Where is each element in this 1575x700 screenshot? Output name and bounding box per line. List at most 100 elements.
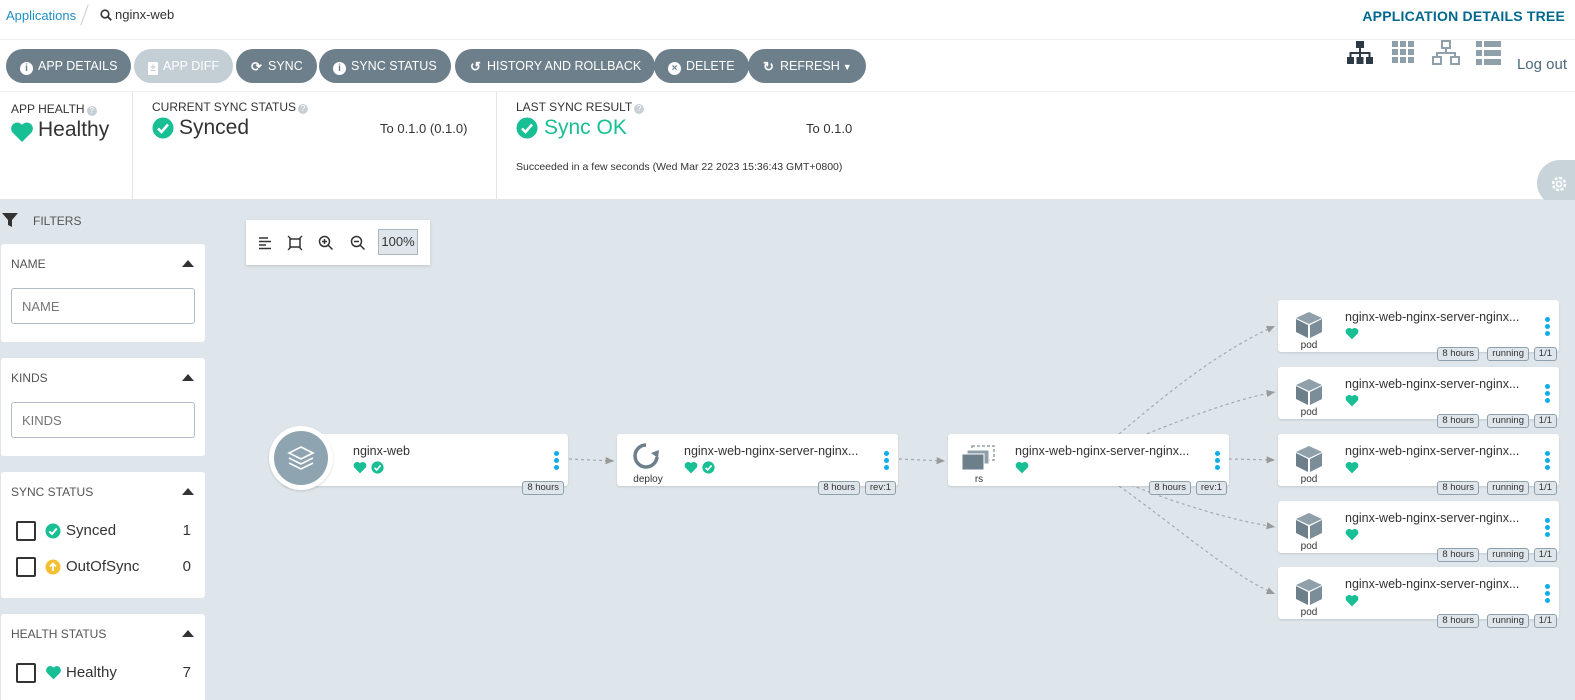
delete-button[interactable]: × DELETE: [654, 49, 749, 83]
edge-rs-pod-3: [1228, 456, 1276, 464]
pod-node-4[interactable]: pod nginx-web-nginx-server-nginx... 8 ho…: [1278, 501, 1559, 562]
edge-rs-pod-5: [1118, 485, 1276, 595]
check-circle-icon: [516, 117, 538, 139]
current-sync-label: CURRENT SYNC STATUS?: [152, 100, 309, 114]
node-menu-icon[interactable]: [554, 451, 559, 472]
heart-icon: [1345, 394, 1359, 407]
state-badge: running: [1487, 614, 1529, 628]
outofsync-checkbox[interactable]: [16, 557, 36, 577]
heart-icon: [46, 666, 61, 680]
sync-button[interactable]: ⟳ SYNC: [236, 49, 317, 83]
divider: [496, 92, 497, 200]
deploy-node[interactable]: deploy nginx-web-nginx-server-nginx... 8…: [617, 434, 898, 495]
resource-tree-graph[interactable]: 100% nginx-web 8 hours deploy nginx-web-…: [231, 200, 1575, 700]
page-title: APPLICATION DETAILS TREE: [1362, 8, 1565, 24]
network-view-icon[interactable]: [1431, 40, 1461, 66]
node-menu-icon[interactable]: [1545, 451, 1550, 472]
app-diff-button[interactable]: ± APP DIFF: [134, 49, 234, 83]
app-health-label: APP HEALTH?: [11, 102, 97, 116]
help-icon[interactable]: ?: [634, 104, 645, 114]
replicaset-node[interactable]: rs nginx-web-nginx-server-nginx... 8 hou…: [948, 434, 1229, 495]
last-sync-revision: To 0.1.0: [806, 121, 853, 136]
last-sync-detail: Succeeded in a few seconds (Wed Mar 22 2…: [516, 161, 843, 173]
heart-icon: [1345, 594, 1359, 607]
heart-icon: [1345, 461, 1359, 474]
node-menu-icon[interactable]: [1545, 518, 1550, 539]
filter-option-healthy[interactable]: Healthy 7: [16, 662, 196, 684]
info-icon: i: [333, 62, 346, 75]
caret-down-icon: ▼: [842, 62, 852, 72]
healthy-checkbox[interactable]: [16, 663, 36, 683]
age-badge: 8 hours: [818, 481, 860, 495]
collapse-caret-icon[interactable]: [182, 488, 194, 495]
pod-node-5[interactable]: pod nginx-web-nginx-server-nginx... 8 ho…: [1278, 567, 1559, 628]
pod-status-icons: [1345, 327, 1359, 343]
refresh-button[interactable]: ↻ REFRESH ▼: [748, 49, 866, 83]
pod-node-3[interactable]: pod nginx-web-nginx-server-nginx... 8 ho…: [1278, 434, 1559, 495]
state-badge: running: [1487, 548, 1529, 562]
logout-link[interactable]: Log out: [1517, 56, 1567, 73]
pods-view-icon[interactable]: [1389, 40, 1419, 66]
name-filter-title: NAME: [11, 257, 46, 271]
info-icon: i: [20, 62, 33, 75]
file-diff-icon: ±: [148, 62, 158, 75]
kinds-filter-input[interactable]: [11, 402, 195, 438]
app-status-panel: APP HEALTH? Healthy CURRENT SYNC STATUS?…: [0, 92, 1575, 200]
check-circle-icon: [702, 461, 715, 474]
pod-node-2[interactable]: pod nginx-web-nginx-server-nginx... 8 ho…: [1278, 367, 1559, 428]
age-badge: 8 hours: [1437, 548, 1479, 562]
filters-sidebar: FILTERS NAME KINDS SYNC STATUS Synced 1 …: [0, 200, 231, 700]
node-menu-icon[interactable]: [1545, 317, 1550, 338]
filter-option-synced[interactable]: Synced 1: [16, 520, 196, 542]
pod-cube-icon: [1296, 513, 1322, 539]
breadcrumb-app-search[interactable]: nginx-web: [100, 7, 174, 22]
heart-icon: [1015, 461, 1029, 474]
current-sync-value: Synced: [179, 116, 250, 139]
ready-badge: 1/1: [1533, 548, 1557, 562]
app-details-button[interactable]: i APP DETAILS: [6, 49, 132, 83]
ready-badge: 1/1: [1533, 481, 1557, 495]
node-menu-icon[interactable]: [1215, 451, 1220, 472]
name-filter-input[interactable]: [11, 288, 195, 324]
app-node-status-icons: [353, 461, 384, 477]
kinds-filter-title: KINDS: [11, 371, 48, 385]
help-icon[interactable]: ?: [298, 104, 309, 114]
pod-cube-icon: [1296, 312, 1322, 338]
delete-icon: ×: [668, 62, 681, 75]
help-icon[interactable]: ?: [86, 106, 97, 116]
revision-badge: rev:1: [864, 481, 896, 495]
app-health-value: Healthy: [38, 118, 110, 141]
history-and-rollback-button[interactable]: ↺ HISTORY AND ROLLBACK: [455, 49, 656, 83]
synced-checkbox[interactable]: [16, 521, 36, 541]
edge-deploy-rs: [898, 457, 946, 465]
filter-option-outofsync[interactable]: OutOfSync 0: [16, 556, 196, 578]
edge-rs-pod-1: [1118, 325, 1276, 435]
node-menu-icon[interactable]: [1545, 584, 1550, 605]
breadcrumb-current-app: nginx-web: [115, 7, 175, 22]
heart-icon: [353, 461, 367, 474]
tree-view-icon[interactable]: [1345, 40, 1375, 66]
health-status-filter-title: HEALTH STATUS: [11, 627, 107, 641]
check-circle-icon: [45, 523, 61, 539]
breadcrumb-applications-link[interactable]: Applications: [6, 8, 76, 23]
node-menu-icon[interactable]: [884, 451, 889, 472]
app-circle: [269, 426, 333, 490]
collapse-caret-icon[interactable]: [182, 260, 194, 267]
node-menu-icon[interactable]: [1545, 384, 1550, 405]
pod-cube-icon: [1296, 379, 1322, 405]
pod-node-1[interactable]: pod nginx-web-nginx-server-nginx... 8 ho…: [1278, 300, 1559, 361]
gear-icon: [1551, 176, 1567, 192]
refresh-icon: ↻: [763, 59, 774, 74]
collapse-caret-icon[interactable]: [182, 630, 194, 637]
deployment-icon: [633, 443, 659, 469]
state-badge: running: [1487, 347, 1529, 361]
list-view-icon[interactable]: [1474, 40, 1504, 66]
sync-status-button[interactable]: i SYNC STATUS: [319, 49, 451, 83]
age-badge: 8 hours: [1149, 481, 1191, 495]
heart-icon: [1345, 327, 1359, 340]
collapse-caret-icon[interactable]: [182, 374, 194, 381]
kinds-filter-card: KINDS: [1, 358, 205, 456]
pod-status-icons: [1345, 461, 1359, 477]
last-sync-label: LAST SYNC RESULT?: [516, 100, 645, 114]
age-badge: 8 hours: [522, 481, 564, 495]
